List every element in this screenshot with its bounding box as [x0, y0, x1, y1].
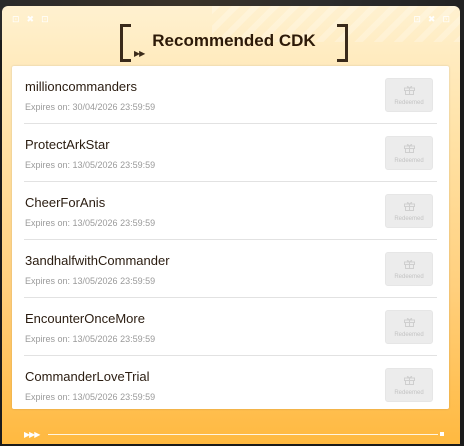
redeemed-button[interactable]: Redeemed — [385, 252, 433, 286]
cdk-expiry: Expires on: 13/05/2026 23:59:59 — [25, 276, 156, 286]
title-frame: ▶▶ Recommended CDK — [120, 22, 348, 62]
gift-icon — [404, 86, 415, 95]
redeemed-button[interactable]: Redeemed — [385, 78, 433, 112]
redeemed-label: Redeemed — [394, 332, 424, 338]
gift-icon — [404, 376, 415, 385]
cdk-code: ProtectArkStar — [25, 137, 110, 152]
redeemed-label: Redeemed — [394, 158, 424, 164]
cdk-code: millioncommanders — [25, 79, 137, 94]
corner-decoration-right: ⊡ ✖ ⊡ — [413, 16, 450, 25]
footer-divider — [48, 434, 438, 435]
square-icon: ⊡ — [41, 15, 49, 25]
cdk-row: CheerForAnis Expires on: 13/05/2026 23:5… — [24, 182, 437, 240]
cdk-row: 3andhalfwithCommander Expires on: 13/05/… — [24, 240, 437, 298]
square-icon: ⊡ — [442, 15, 450, 25]
cdk-code: 3andhalfwithCommander — [25, 253, 170, 268]
cdk-expiry: Expires on: 13/05/2026 23:59:59 — [25, 334, 156, 344]
cdk-row: ProtectArkStar Expires on: 13/05/2026 23… — [24, 124, 437, 182]
redeemed-button[interactable]: Redeemed — [385, 368, 433, 402]
cdk-expiry: Expires on: 13/05/2026 23:59:59 — [25, 218, 156, 228]
redeemed-button[interactable]: Redeemed — [385, 310, 433, 344]
redeemed-label: Redeemed — [394, 100, 424, 106]
cross-icon: ✖ — [427, 15, 436, 25]
page-title: Recommended CDK — [152, 31, 316, 50]
cdk-expiry: Expires on: 13/05/2026 23:59:59 — [25, 392, 156, 402]
cdk-row: CommanderLoveTrial Expires on: 13/05/202… — [24, 356, 437, 413]
gift-icon — [404, 260, 415, 269]
redeemed-button[interactable]: Redeemed — [385, 136, 433, 170]
redeemed-button[interactable]: Redeemed — [385, 194, 433, 228]
cdk-row: millioncommanders Expires on: 30/04/2026… — [24, 66, 437, 124]
cdk-expiry: Expires on: 30/04/2026 23:59:59 — [25, 102, 156, 112]
cdk-expiry: Expires on: 13/05/2026 23:59:59 — [25, 160, 156, 170]
footer-dot-icon — [440, 432, 444, 436]
redeemed-label: Redeemed — [394, 274, 424, 280]
gift-icon — [404, 318, 415, 327]
corner-decoration-left: ⊡ ✖ ⊡ — [12, 16, 49, 25]
gift-icon — [404, 202, 415, 211]
cross-icon: ✖ — [26, 15, 35, 25]
cdk-row: EncounterOnceMore Expires on: 13/05/2026… — [24, 298, 437, 356]
gift-icon — [404, 144, 415, 153]
square-icon: ⊡ — [12, 15, 20, 25]
redeemed-label: Redeemed — [394, 216, 424, 222]
cdk-code: CheerForAnis — [25, 195, 106, 210]
square-icon: ⊡ — [413, 15, 421, 25]
cdk-list[interactable]: millioncommanders Expires on: 30/04/2026… — [12, 66, 449, 409]
cdk-code: EncounterOnceMore — [25, 311, 145, 326]
cdk-code: CommanderLoveTrial — [25, 369, 150, 384]
arrow-decoration-icon: ▶▶▶ — [24, 430, 41, 439]
footer-decoration: ▶▶▶ — [24, 430, 444, 440]
redeemed-label: Redeemed — [394, 390, 424, 396]
